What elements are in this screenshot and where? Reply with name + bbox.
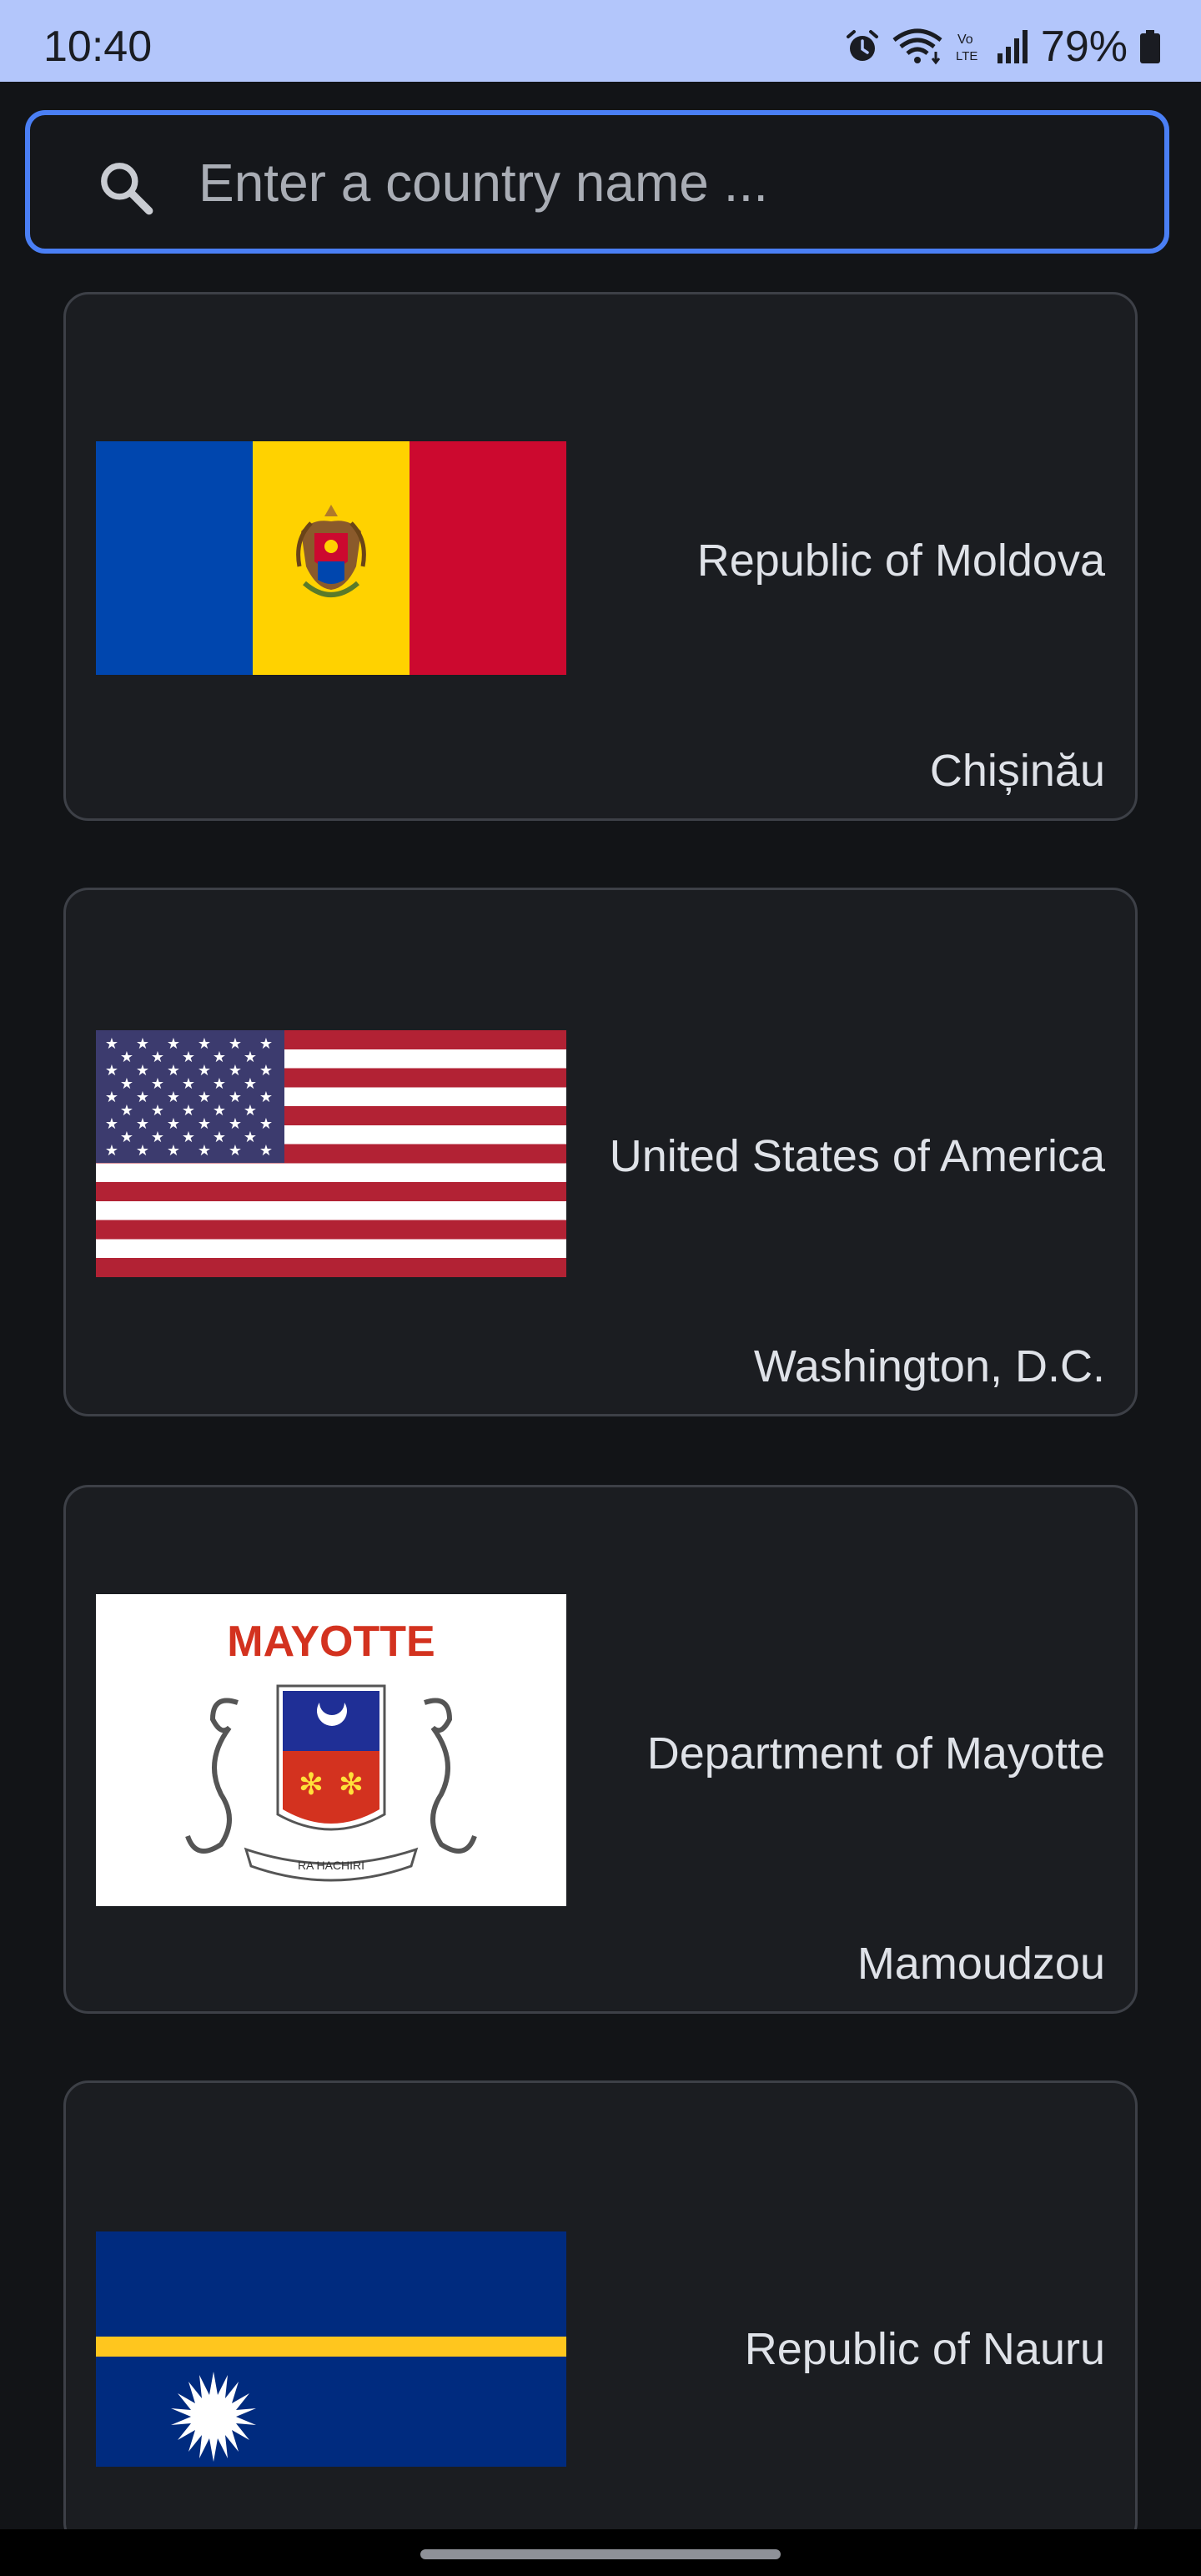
moldova-flag bbox=[96, 441, 566, 675]
mayotte-flag: MAYOTTE ✻ ✻ RA HACHIRI bbox=[96, 1594, 566, 1906]
svg-text:RA HACHIRI: RA HACHIRI bbox=[298, 1859, 364, 1872]
search-bar[interactable] bbox=[25, 110, 1169, 254]
svg-text:★: ★ bbox=[167, 1115, 180, 1133]
svg-text:★: ★ bbox=[244, 1075, 257, 1093]
svg-text:★: ★ bbox=[151, 1102, 164, 1119]
svg-text:★: ★ bbox=[244, 1102, 257, 1119]
country-card[interactable]: ★ ★ ★ ★ ★ ★ ★ ★ ★ ★ ★ ★ ★ ★ ★ ★ ★ ★ ★ ★ ★ ★ ★ ★ ★ ★ ★ ★ ★ ★ ★ ★ ★ ★… bbox=[63, 888, 1138, 1416]
svg-text:★: ★ bbox=[259, 1035, 273, 1053]
battery-icon bbox=[1140, 30, 1160, 63]
svg-text:★: ★ bbox=[105, 1115, 118, 1133]
svg-text:★: ★ bbox=[198, 1062, 211, 1079]
country-name: Republic of Moldova bbox=[696, 536, 1105, 586]
country-card[interactable]: MAYOTTE ✻ ✻ RA HACHIRI Department of May… bbox=[63, 1485, 1138, 2014]
svg-text:★: ★ bbox=[136, 1035, 149, 1053]
svg-text:★: ★ bbox=[105, 1035, 118, 1053]
svg-text:★: ★ bbox=[259, 1115, 273, 1133]
country-capital: Chișinău bbox=[929, 746, 1105, 796]
svg-text:★: ★ bbox=[167, 1062, 180, 1079]
country-name: United States of America bbox=[609, 1131, 1105, 1181]
svg-text:★: ★ bbox=[213, 1102, 226, 1119]
svg-text:★: ★ bbox=[229, 1115, 242, 1133]
svg-text:★: ★ bbox=[182, 1129, 195, 1146]
country-capital: Washington, D.C. bbox=[753, 1341, 1105, 1391]
search-icon[interactable] bbox=[95, 157, 157, 219]
svg-text:★: ★ bbox=[105, 1062, 118, 1079]
volte-icon: Vo LTE bbox=[956, 33, 977, 63]
alarm-icon bbox=[846, 30, 878, 61]
nauru-flag bbox=[96, 2231, 566, 2467]
svg-text:★: ★ bbox=[151, 1129, 164, 1146]
country-card[interactable]: Republic of Moldova Chișinău bbox=[63, 292, 1138, 821]
svg-text:★: ★ bbox=[182, 1102, 195, 1119]
home-gesture-handle[interactable] bbox=[420, 2549, 781, 2559]
country-name: Republic of Nauru bbox=[744, 2324, 1105, 2374]
country-card[interactable]: Republic of Nauru bbox=[63, 2080, 1138, 2548]
usa-flag: ★ ★ ★ ★ ★ ★ ★ ★ ★ ★ ★ ★ ★ ★ ★ ★ ★ ★ ★ ★ ★ ★ ★ ★ ★ ★ ★ ★ ★ ★ ★ ★ ★ ★… bbox=[96, 1030, 566, 1277]
svg-text:★: ★ bbox=[136, 1089, 149, 1106]
svg-text:★: ★ bbox=[259, 1062, 273, 1079]
svg-text:★: ★ bbox=[259, 1089, 273, 1106]
svg-text:★: ★ bbox=[244, 1129, 257, 1146]
svg-text:★: ★ bbox=[229, 1035, 242, 1053]
svg-text:★: ★ bbox=[120, 1075, 133, 1093]
svg-text:Vo: Vo bbox=[957, 33, 973, 47]
search-input[interactable] bbox=[197, 140, 1134, 225]
country-capital: Mamoudzou bbox=[857, 1939, 1105, 1989]
svg-text:MAYOTTE: MAYOTTE bbox=[227, 1618, 435, 1666]
status-bar: 10:40 Vo LTE 79% bbox=[0, 0, 1201, 82]
svg-text:★: ★ bbox=[151, 1049, 164, 1066]
svg-text:★: ★ bbox=[105, 1089, 118, 1106]
svg-text:★: ★ bbox=[229, 1062, 242, 1079]
svg-text:LTE: LTE bbox=[956, 49, 977, 63]
svg-text:★: ★ bbox=[198, 1035, 211, 1053]
svg-text:★: ★ bbox=[229, 1089, 242, 1106]
svg-text:★: ★ bbox=[151, 1075, 164, 1093]
country-name: Department of Mayotte bbox=[646, 1728, 1105, 1779]
svg-text:★: ★ bbox=[105, 1142, 118, 1160]
svg-text:✻: ✻ bbox=[299, 1768, 324, 1802]
svg-text:★: ★ bbox=[182, 1075, 195, 1093]
svg-text:★: ★ bbox=[198, 1142, 211, 1160]
svg-text:★: ★ bbox=[136, 1142, 149, 1160]
svg-text:★: ★ bbox=[213, 1049, 226, 1066]
svg-text:★: ★ bbox=[136, 1115, 149, 1133]
svg-text:✻: ✻ bbox=[339, 1768, 364, 1802]
svg-text:★: ★ bbox=[120, 1049, 133, 1066]
status-icons: Vo LTE 79% bbox=[844, 25, 1161, 68]
svg-text:★: ★ bbox=[120, 1102, 133, 1119]
svg-text:★: ★ bbox=[120, 1129, 133, 1146]
svg-text:★: ★ bbox=[229, 1142, 242, 1160]
wifi-icon bbox=[892, 28, 942, 65]
svg-text:★: ★ bbox=[213, 1129, 226, 1146]
svg-text:★: ★ bbox=[167, 1089, 180, 1106]
navigation-bar bbox=[0, 2529, 1201, 2576]
battery-percentage: 79% bbox=[1040, 23, 1128, 71]
svg-text:★: ★ bbox=[198, 1115, 211, 1133]
svg-text:★: ★ bbox=[167, 1035, 180, 1053]
signal-icon bbox=[997, 30, 1028, 63]
svg-text:★: ★ bbox=[213, 1075, 226, 1093]
status-time: 10:40 bbox=[43, 23, 153, 71]
svg-text:★: ★ bbox=[244, 1049, 257, 1066]
svg-text:★: ★ bbox=[136, 1062, 149, 1079]
svg-text:★: ★ bbox=[167, 1142, 180, 1160]
svg-text:★: ★ bbox=[259, 1142, 273, 1160]
svg-text:★: ★ bbox=[182, 1049, 195, 1066]
svg-text:★: ★ bbox=[198, 1089, 211, 1106]
